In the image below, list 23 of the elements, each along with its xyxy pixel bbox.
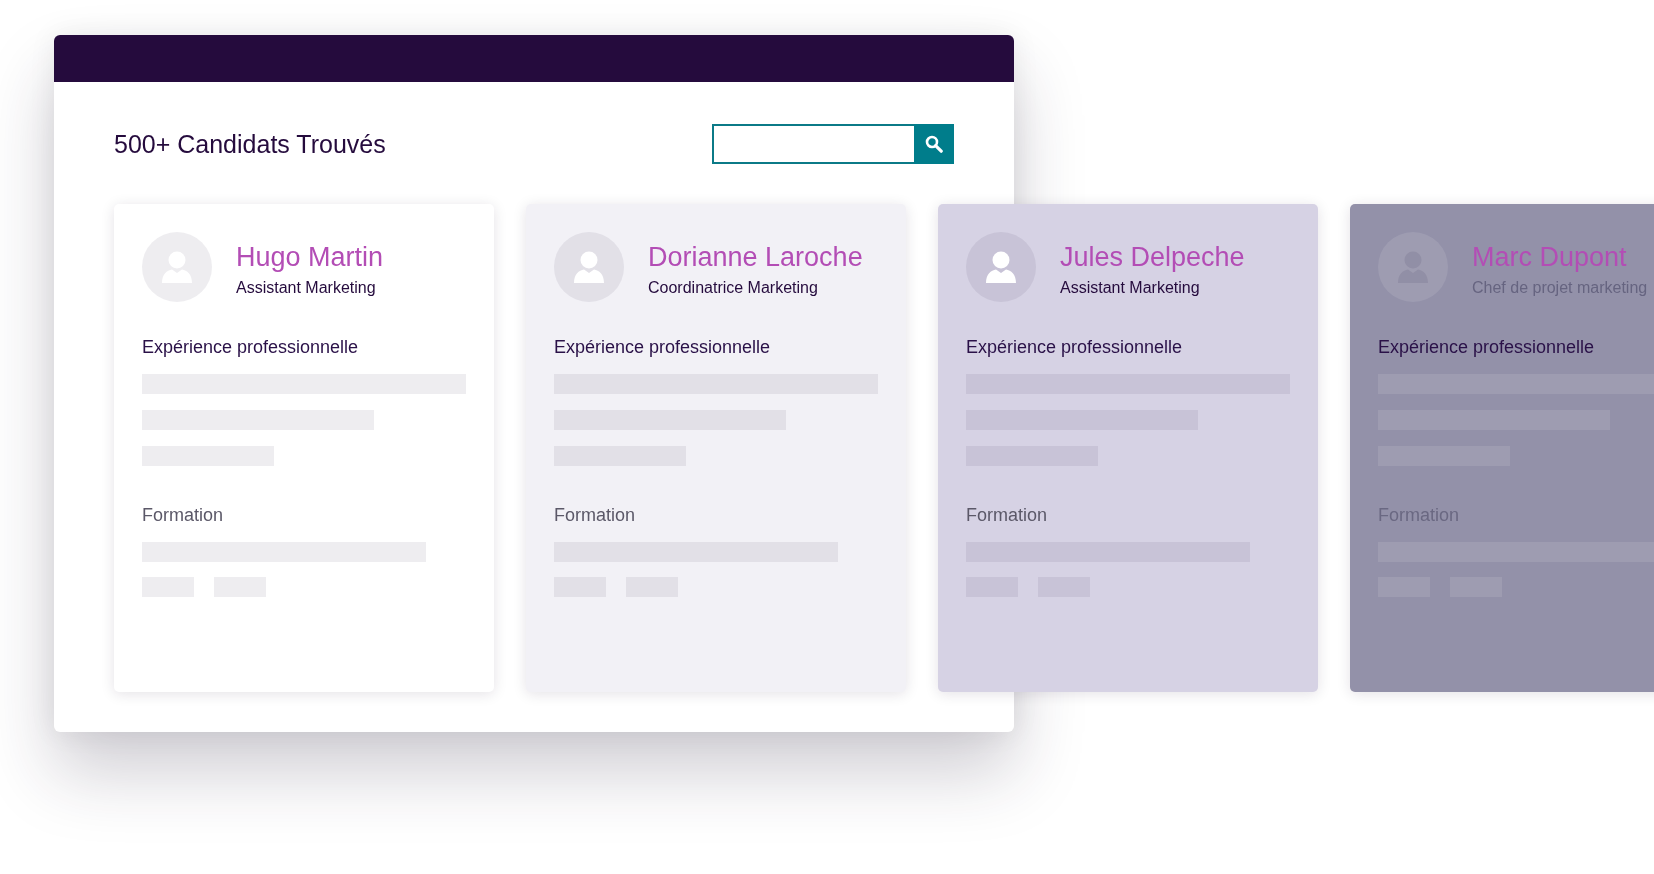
- section-heading: Expérience professionnelle: [554, 336, 772, 358]
- section-heading: Expérience professionnelle: [142, 336, 360, 358]
- avatar-icon: [554, 232, 624, 302]
- job-title: Coordinatrice Marketing: [648, 278, 819, 298]
- job-title: Assistant Marketing: [236, 278, 377, 298]
- candidate-name: Jules Delpeche: [1060, 241, 1245, 273]
- search-icon: [925, 135, 943, 153]
- candidate-name: Dorianne Laroche: [648, 241, 863, 273]
- candidate-card[interactable]: Dorianne Laroche Coordinatrice Marketing Expérience professionnelle Formation: [526, 204, 906, 692]
- candidate-card[interactable]: Hugo Martin Assistant Marketing Expérience professionnelle Formation: [114, 204, 494, 692]
- results-heading: 500+ Candidats Trouvés: [114, 129, 386, 160]
- section-heading: Formation: [966, 504, 1049, 526]
- candidate-name: Marc Dupont: [1472, 241, 1628, 273]
- search-field[interactable]: [712, 124, 914, 164]
- candidate-name: Hugo Martin: [236, 241, 384, 273]
- section-heading: Formation: [142, 504, 225, 526]
- job-title: Assistant Marketing: [1060, 278, 1201, 298]
- candidate-card[interactable]: Jules Delpeche Assistant Marketing Expérience professionnelle Formation: [938, 204, 1318, 692]
- section-heading: Expérience professionnelle: [966, 336, 1184, 358]
- avatar-icon: [966, 232, 1036, 302]
- section-heading: Expérience professionnelle: [1378, 336, 1596, 358]
- section-heading: Formation: [554, 504, 637, 526]
- search-button[interactable]: [914, 124, 954, 164]
